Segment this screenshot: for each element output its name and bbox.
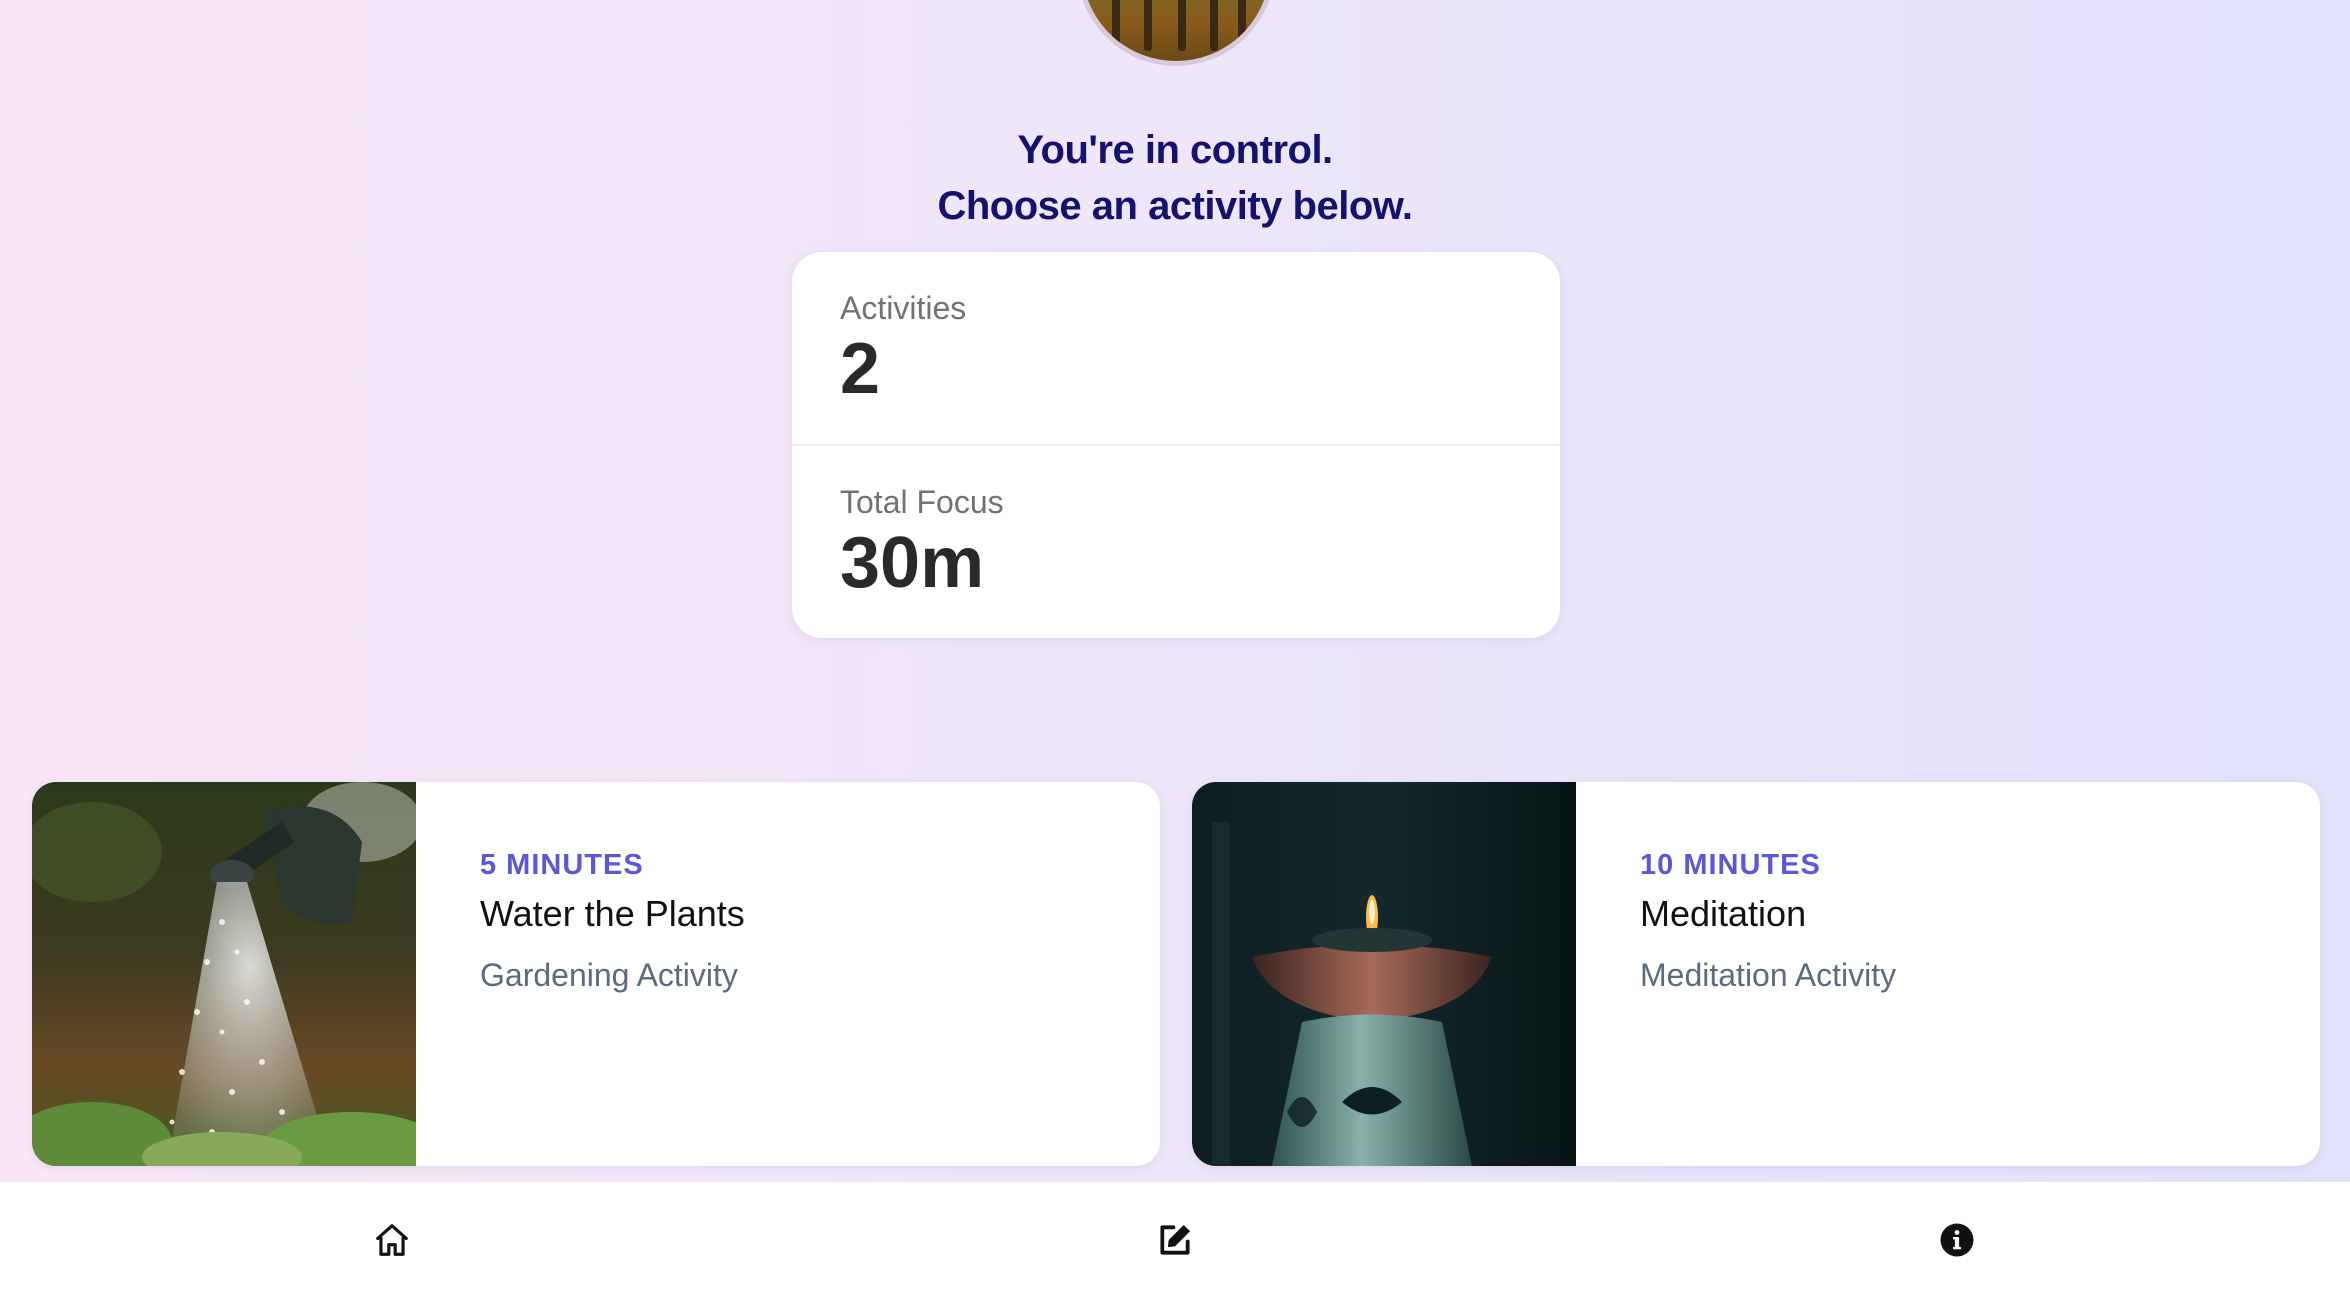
stat-activities-label: Activities [840,290,967,326]
activity-title: Water the Plants [480,893,745,934]
page-headline: You're in control. Choose an activity be… [0,122,2350,234]
stat-total-focus: Total Focus 30m [792,482,1560,604]
watering-can-image [32,782,416,1166]
activity-duration: 10 MINUTES [1640,849,1821,881]
bottom-nav [0,1182,2350,1310]
stats-divider [792,444,1560,446]
home-icon [376,1224,408,1256]
activity-title: Meditation [1640,893,1807,934]
avatar-tree-trunk [1112,0,1120,51]
headline-line-1: You're in control. [1017,128,1333,172]
nav-info-button[interactable] [1925,1208,1989,1272]
stat-focus-value: 30m [840,523,985,603]
avatar-tree-trunk [1144,0,1152,51]
activity-subtitle: Meditation Activity [1640,957,1897,993]
activity-info: 5 MINUTES Water the Plants Gardening Act… [480,846,745,996]
activity-duration: 5 MINUTES [480,849,644,881]
avatar-tree-trunk [1178,0,1186,51]
nav-home-button[interactable] [360,1208,424,1272]
activity-photo-candle [1192,782,1576,1166]
stat-focus-label: Total Focus [840,484,1004,520]
avatar-tree-trunk [1238,0,1246,51]
headline-line-2: Choose an activity below. [937,184,1413,228]
info-icon [1940,1223,1974,1257]
edit-icon [1160,1224,1191,1255]
avatar-tree-trunk [1210,0,1218,51]
stat-activities-value: 2 [840,329,881,409]
stats-card: Activities 2 Total Focus 30m [792,252,1560,638]
activity-card-meditation[interactable]: 10 MINUTES Meditation Meditation Activit… [1192,782,2320,1166]
stat-activities: Activities 2 [792,288,1560,410]
activity-subtitle: Gardening Activity [480,957,738,993]
candle-burner-image [1192,782,1576,1166]
activity-card-water-plants[interactable]: 5 MINUTES Water the Plants Gardening Act… [32,782,1160,1166]
profile-avatar [1077,0,1275,66]
activity-info: 10 MINUTES Meditation Meditation Activit… [1640,846,1896,996]
activity-photo-watering-can [32,782,416,1166]
nav-edit-button[interactable] [1143,1208,1207,1272]
